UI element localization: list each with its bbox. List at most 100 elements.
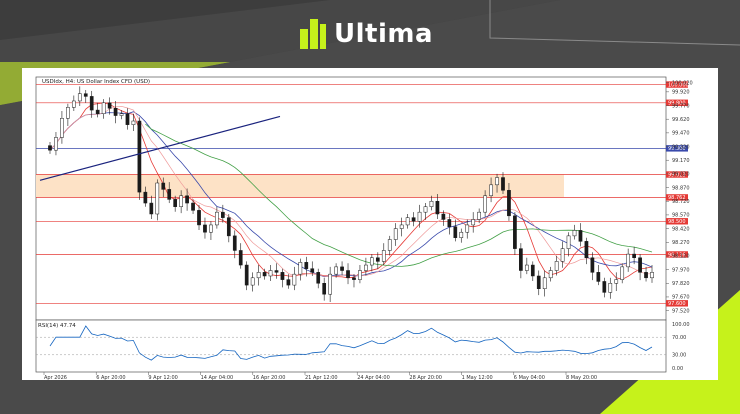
y-tick-label: 99.020 [672,172,690,178]
candle-body [495,177,499,186]
candle-body [554,261,559,271]
candle-body [83,93,88,97]
price-level-label: 98.500 [668,219,686,225]
x-tick-label: 6 Apr 20:00 [96,375,125,380]
candle-body [155,182,160,215]
candle-body [370,257,374,266]
x-tick-label: 6 May 04:00 [514,375,545,380]
candle-body [381,250,386,262]
candle-body [334,266,338,275]
ultima-logo-icon [300,19,326,49]
candle-body [542,277,547,289]
candle-body [131,120,136,125]
candle-body [66,107,70,119]
candle-body [113,108,118,116]
candle-body [483,195,487,213]
chart-panel: 100.000 99.800 99.300 99.013 98.762 98.500 98.… [22,68,718,380]
rsi-tick-label: 100.00 [672,322,690,328]
candle-body [608,283,613,293]
indicator-plot-area [35,319,667,373]
candle-body [399,224,404,229]
candle-body [405,217,410,226]
y-tick-label: 99.170 [672,158,690,164]
candle-body [423,206,428,213]
candle-body [614,279,619,284]
candle-body [60,118,64,138]
x-tick-label: 24 Apr 04:00 [357,375,390,380]
y-tick-label: 98.270 [672,240,690,246]
candle-body [256,272,261,279]
candle-body [596,272,601,282]
chart-title: USDIdx, H4: US Dollar Index CFD (USD) [42,79,150,85]
price-chart: 100.00099.80099.30099.01398.76298.50098.… [35,76,693,380]
candle-body [250,277,255,286]
candle-body [584,241,589,258]
x-tick-label: 9 Apr 12:00 [148,375,177,380]
candle-body [125,113,130,125]
candle-body [298,262,303,275]
candle-body [149,202,154,215]
candle-body [364,264,368,271]
x-tick-label: 14 Apr 04:00 [201,375,234,380]
candle-body [429,200,434,207]
x-tick-label: 8 May 20:00 [566,375,597,380]
candle-body [638,257,642,273]
candle-body [95,109,100,114]
candle-body [572,230,577,237]
x-tick-label: 16 Apr 20:00 [253,375,286,380]
candle-body [89,96,94,111]
brand-name: Ultima [334,19,434,49]
candle-body [232,235,237,251]
candle-body [602,281,607,293]
candle-body [304,262,309,269]
candle-body [340,266,344,271]
candle-body [197,210,201,226]
candle-body [286,279,291,286]
candle-body [274,270,279,273]
x-tick-label: 21 Apr 12:00 [305,375,338,380]
candle-body [185,195,189,204]
rsi-tick-label: 70.00 [672,335,686,341]
candle-body [513,215,517,249]
candle-body [548,270,553,279]
y-tick-label: 99.770 [672,103,690,109]
candle-body [560,248,565,262]
y-tick-label: 97.970 [672,267,690,273]
candle-body [417,211,422,222]
candle-body [566,235,571,249]
y-tick-label: 97.820 [672,281,690,287]
candle-body [453,226,458,238]
candle-body [650,272,654,279]
candle-body [238,250,243,266]
candle-body [54,137,58,151]
y-tick-label: 98.120 [672,254,690,260]
y-tick-label: 97.670 [672,295,690,301]
y-tick-label: 100.020 [672,81,693,87]
candle-body [632,253,636,259]
candle-body [519,248,523,271]
candle-body [441,213,446,220]
rsi-tick-label: 30.00 [672,353,686,359]
y-tick-label: 98.570 [672,213,690,219]
supply-zone [36,174,564,198]
candle-body [119,113,124,116]
candle-body [226,217,231,237]
candle-body [316,272,321,284]
brand-logo: Ultima [300,14,433,54]
candle-body [507,190,511,217]
candle-body [501,177,505,191]
candle-body [268,270,273,277]
candle-body [280,272,285,280]
candle-body [191,202,195,211]
candle-body [530,264,535,277]
candle-body [393,228,398,240]
candle-body [143,191,148,204]
candle-body [107,102,112,109]
rsi-tick-label: 0.00 [672,366,683,372]
candle-body [644,272,648,279]
candle-body [536,275,541,289]
candle-body [179,195,183,207]
candle-body [48,145,52,151]
candle-body [244,264,249,286]
candle-body [352,277,356,280]
